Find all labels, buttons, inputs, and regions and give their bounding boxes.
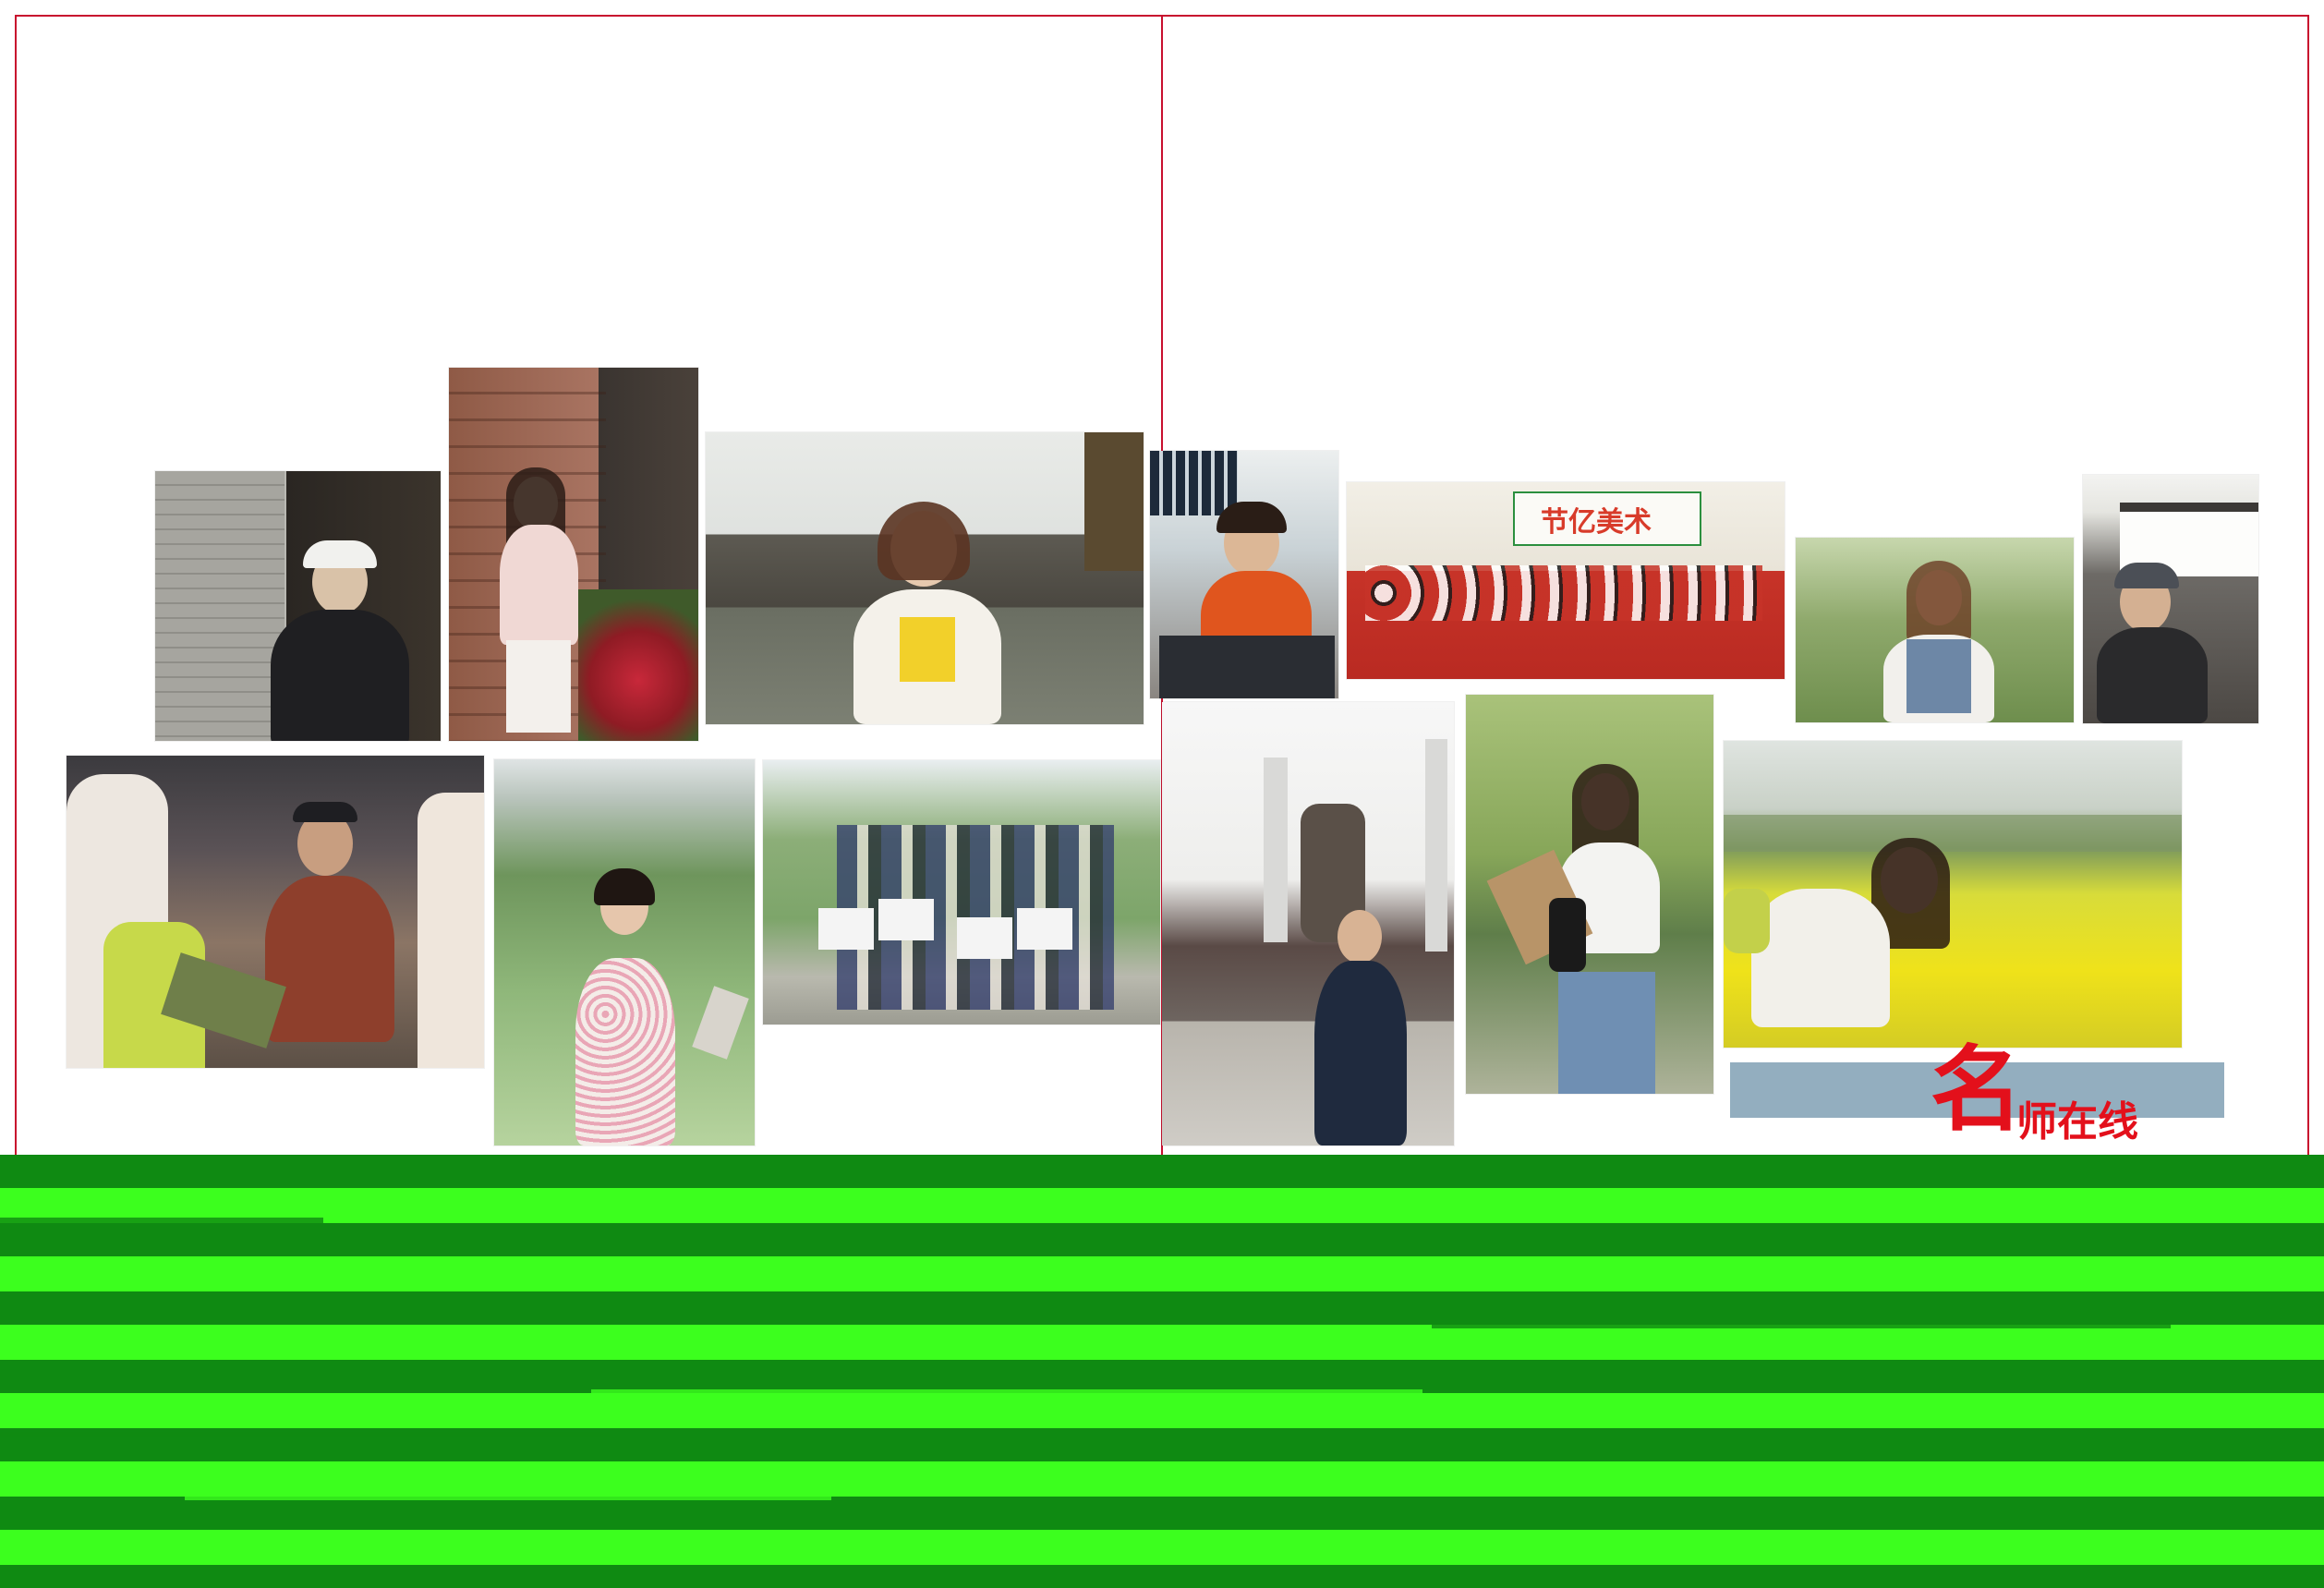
photo-man-dragon-fountain <box>1162 702 1454 1146</box>
photo-group-children-drawings <box>763 760 1160 1024</box>
photo-girl-canal-town <box>706 432 1144 724</box>
photo-girl-denim-vest <box>1796 538 2074 722</box>
photo-teacher-white-cap <box>155 471 441 741</box>
photo-girl-lotus-pond <box>494 759 755 1146</box>
photo-girl-sketchbook <box>1466 695 1713 1094</box>
studio-sign-text: 节亿美术 <box>1541 506 1652 539</box>
trim-line-right <box>2307 15 2309 1155</box>
photo-class-paper-cuttings: 节亿美术 <box>1347 482 1785 679</box>
brochure-spread: 节亿美术 名 师在线 <box>0 0 2324 1155</box>
photo-girl-brick-pillar <box>449 368 698 741</box>
section-title-big-char: 名 <box>1931 1036 2023 1144</box>
trim-line-left <box>15 15 17 1155</box>
green-stripe-band <box>0 1155 2324 1588</box>
section-title-subtitle: 师在线 <box>2016 1098 2138 1146</box>
photo-girl-rapeseed-field <box>1724 741 2182 1048</box>
photo-teacher-with-children <box>67 756 484 1068</box>
photo-teacher-orange-jacket <box>1150 451 1338 698</box>
photo-woman-old-houses <box>2083 475 2258 723</box>
